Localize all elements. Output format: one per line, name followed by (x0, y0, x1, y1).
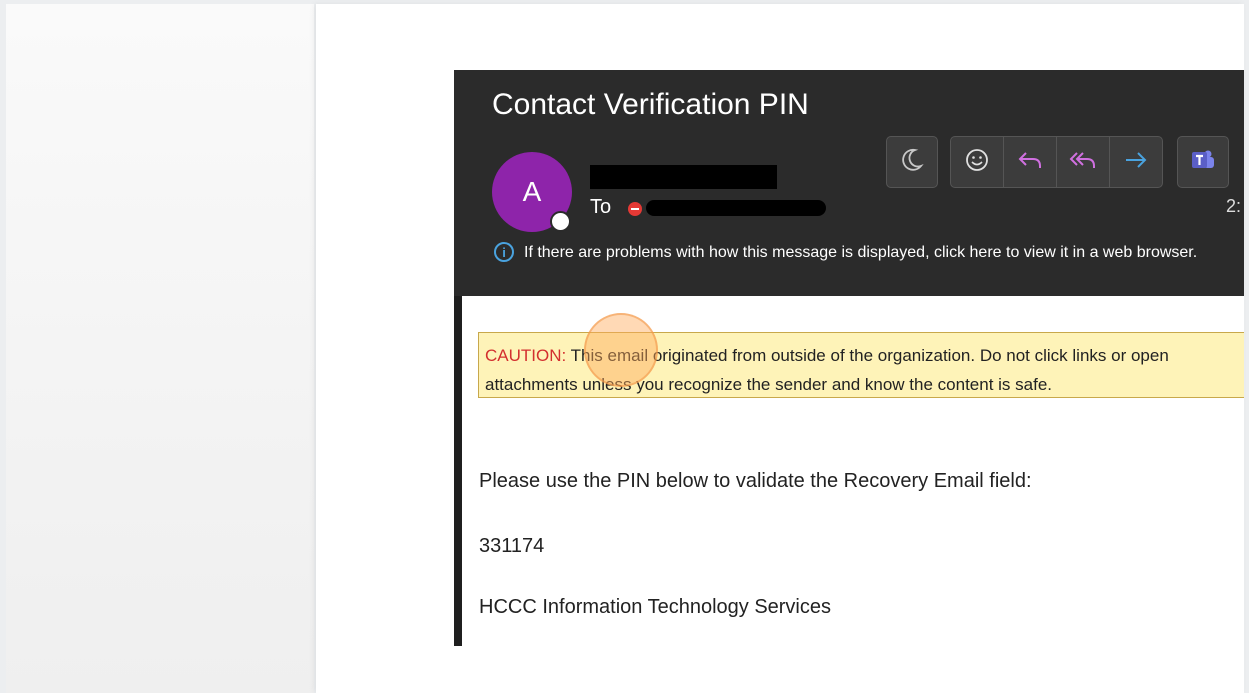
email-screenshot: Contact Verification PIN A To 2: i If th… (454, 70, 1244, 646)
to-label: To (590, 196, 612, 218)
click-indicator (584, 313, 658, 387)
reply-button[interactable] (1004, 137, 1057, 187)
presence-status-icon (550, 211, 571, 232)
info-icon: i (494, 242, 514, 262)
reply-all-icon (1068, 147, 1098, 178)
teams-button[interactable] (1177, 136, 1229, 188)
sender-name-redacted (590, 165, 777, 189)
immersive-reader-button[interactable] (886, 136, 938, 188)
pin-code: 331174 (479, 535, 545, 557)
sent-time: 2: (1226, 196, 1242, 216)
email-subject: Contact Verification PIN (492, 88, 809, 121)
recipient-redacted[interactable] (646, 200, 826, 216)
signature: HCCC Information Technology Services (479, 596, 832, 618)
emoji-icon (964, 147, 990, 178)
teams-icon (1189, 146, 1217, 179)
instruction-text: Please use the PIN below to validate the… (479, 470, 1032, 492)
react-button[interactable] (951, 137, 1004, 187)
document-panel: Contact Verification PIN A To 2: i If th… (316, 4, 1244, 693)
forward-button[interactable] (1110, 137, 1162, 187)
moon-icon (899, 147, 925, 178)
body-left-border (454, 296, 462, 646)
message-actions-group (950, 136, 1163, 188)
forward-icon (1122, 147, 1150, 178)
reply-icon (1016, 147, 1044, 178)
view-in-browser-message[interactable]: If there are problems with how this mess… (524, 242, 1244, 264)
left-sidebar-panel (6, 4, 314, 693)
caution-label: CAUTION: (485, 346, 567, 365)
reply-all-button[interactable] (1057, 137, 1110, 187)
avatar-initial: A (522, 176, 542, 207)
blocked-contact-icon (628, 202, 642, 216)
